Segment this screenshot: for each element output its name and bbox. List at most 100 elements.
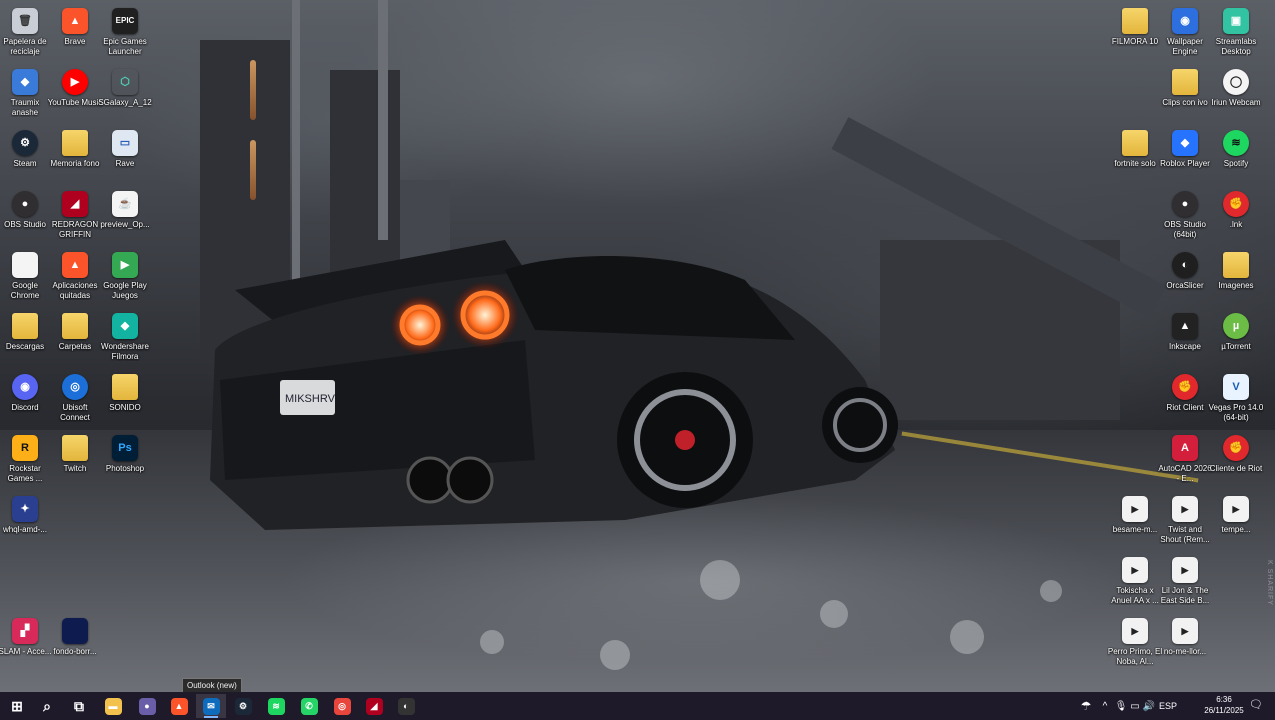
taskbar-task-view-button[interactable]: ⧉ bbox=[64, 694, 94, 718]
desktop-icon-label: SONIDO bbox=[109, 403, 141, 412]
taskbar-brave-button[interactable]: ▲ bbox=[164, 694, 194, 718]
desktop-icon-discord[interactable]: ◉ Discord bbox=[0, 370, 50, 428]
no-me-llor-media-icon: ▶ bbox=[1172, 618, 1198, 644]
desktop-icon-preview-op[interactable]: ☕ preview_Op... bbox=[100, 187, 150, 245]
streamlabs-desktop-icon: ▣ bbox=[1223, 8, 1249, 34]
twitch-icon bbox=[62, 435, 88, 461]
vegas-pro-icon: V bbox=[1223, 374, 1249, 400]
obs-studio-64-icon: ● bbox=[1172, 191, 1198, 217]
desktop-icon-ubisoft-connect[interactable]: ◎ Ubisoft Connect bbox=[50, 370, 100, 428]
desktop-icon-streamlabs-desktop[interactable]: ▣ Streamlabs Desktop bbox=[1211, 4, 1261, 62]
desktop-icon-carpetas[interactable]: Carpetas bbox=[50, 309, 100, 367]
desktop-icon-epic-games[interactable]: EPIC Epic Games Launcher bbox=[100, 4, 150, 62]
desktop-icon-twitch[interactable]: Twitch bbox=[50, 431, 100, 489]
desktop-icon-lnk[interactable]: ✊ .lnk bbox=[1211, 187, 1261, 245]
desktop-icon-sonido[interactable]: SONIDO bbox=[100, 370, 150, 428]
obs-studio-icon: ● bbox=[12, 191, 38, 217]
desktop-icon-label: no-me-llor... bbox=[1163, 647, 1207, 656]
desktop-icon-redragon-griffin[interactable]: ◢ REDRAGON GRIFFIN bbox=[50, 187, 100, 245]
weather-icon[interactable]: ☂ bbox=[1076, 699, 1096, 713]
taskbar-redragon-button[interactable]: ◢ bbox=[359, 694, 389, 718]
desktop-icon-google-chrome[interactable]: Google Chrome bbox=[0, 248, 50, 306]
desktop-icon-fondo-borr[interactable]: fondo-borr... bbox=[50, 614, 100, 672]
taskbar-spotify-button[interactable]: ≋ bbox=[261, 694, 291, 718]
desktop-icon-wondershare-filmora[interactable]: ◆ Wondershare Filmora bbox=[100, 309, 150, 367]
desktop-icon-label: Roblox Player bbox=[1160, 159, 1210, 168]
desktop-icon-whql-amd[interactable]: ✦ whql-amd-... bbox=[0, 492, 50, 550]
desktop-icon-lil-jon-media[interactable]: ▶ Lil Jon & The East Side B... bbox=[1160, 553, 1210, 611]
microphone-icon[interactable]: 🎙 bbox=[1114, 701, 1128, 712]
desktop-icon-iriun-webcam[interactable]: ◯ Iriun Webcam bbox=[1211, 65, 1261, 123]
desktop-icon-wallpaper-engine[interactable]: ◉ Wallpaper Engine bbox=[1160, 4, 1210, 62]
desktop-icon-label: Perro Primo, El Noba, Al... bbox=[1107, 647, 1163, 666]
desktop-icon-label: Twist and Shout (Rem... bbox=[1160, 525, 1210, 544]
desktop-icon-obs-studio-64[interactable]: ● OBS Studio (64bit) bbox=[1160, 187, 1210, 245]
taskbar-orcaslicer-button[interactable]: ◐ bbox=[391, 694, 421, 718]
desktop-icon-descargas[interactable]: Descargas bbox=[0, 309, 50, 367]
desktop-icon-spotify[interactable]: ≋ Spotify bbox=[1211, 126, 1261, 184]
desktop-icon-sgalaxy[interactable]: ⬡ SGalaxy_A_12 bbox=[98, 65, 151, 123]
desktop-icon-riot-client[interactable]: ✊ Riot Client bbox=[1160, 370, 1210, 428]
desktop-icon-youtube-music[interactable]: ▶ YouTube Music bbox=[48, 65, 102, 123]
besame-media-icon: ▶ bbox=[1122, 496, 1148, 522]
desktop-icon-roblox-player[interactable]: ◆ Roblox Player bbox=[1160, 126, 1210, 184]
system-tray: ☂ ^ 🎙 ▭ 🔊 ESP bbox=[1076, 692, 1180, 720]
taskbar-chrome-button[interactable]: ◎ bbox=[327, 694, 357, 718]
desktop-icon-label: Wondershare Filmora bbox=[101, 342, 149, 361]
redragon-griffin-icon: ◢ bbox=[62, 191, 88, 217]
language-indicator[interactable]: ESP bbox=[1156, 701, 1180, 711]
desktop-icon-google-play-juegos[interactable]: ▶ Google Play Juegos bbox=[100, 248, 150, 306]
iriun-webcam-icon: ◯ bbox=[1223, 69, 1249, 95]
chevron-up-icon[interactable]: ^ bbox=[1096, 701, 1114, 712]
volume-icon[interactable]: 🔊 bbox=[1142, 701, 1156, 712]
lnk-icon: ✊ bbox=[1223, 191, 1249, 217]
desktop-icon-imagenes[interactable]: Imagenes bbox=[1211, 248, 1261, 306]
spotify-icon: ≋ bbox=[267, 697, 285, 715]
desktop-icon-recycle-bin[interactable]: 🗑 Papelera de reciclaje bbox=[0, 4, 50, 62]
notification-icon[interactable]: 🗨 bbox=[1248, 698, 1264, 714]
desktop-icon-rockstar-games[interactable]: R Rockstar Games ... bbox=[0, 431, 50, 489]
taskbar-obs-button[interactable]: ● bbox=[132, 694, 162, 718]
desktop-icon-tempe-media[interactable]: ▶ tempe... bbox=[1211, 492, 1261, 550]
desktop-icon-memoria-fono[interactable]: Memoria fono bbox=[50, 126, 100, 184]
desktop-icon-slam-acce[interactable]: ▞ SLAM - Acce... bbox=[0, 614, 51, 672]
desktop-icon-fortnite-solo[interactable]: fortnite solo bbox=[1110, 126, 1160, 184]
desktop-icon-inkscape[interactable]: ▲ Inkscape bbox=[1160, 309, 1210, 367]
taskbar-start-button[interactable]: ⊞ bbox=[2, 694, 32, 718]
taskbar-steam-button[interactable]: ⚙ bbox=[228, 694, 258, 718]
network-icon[interactable]: ▭ bbox=[1128, 701, 1142, 712]
imagenes-icon bbox=[1223, 252, 1249, 278]
desktop-icon-label: fortnite solo bbox=[1114, 159, 1156, 168]
taskbar-search-button[interactable]: ⌕ bbox=[32, 694, 62, 718]
desktop-icon-label: AutoCAD 2026 - E... bbox=[1158, 464, 1212, 483]
desktop-icon-filmora-10[interactable]: FILMORA 10 bbox=[1110, 4, 1160, 62]
desktop-icon-label: OBS Studio bbox=[4, 220, 46, 229]
desktop-icon-besame-media[interactable]: ▶ besame-m... bbox=[1110, 492, 1160, 550]
desktop-icon-brave[interactable]: ▲ Brave bbox=[50, 4, 100, 62]
desktop-icon-label: Discord bbox=[11, 403, 39, 412]
desktop-icon-rave[interactable]: ▭ Rave bbox=[100, 126, 150, 184]
desktop-icon-orcaslicer[interactable]: ◐ OrcaSlicer bbox=[1160, 248, 1210, 306]
desktop-icon-traumix[interactable]: ◆ Traumix anashe bbox=[0, 65, 50, 123]
desktop-icon-perro-primo-media[interactable]: ▶ Perro Primo, El Noba, Al... bbox=[1107, 614, 1163, 672]
desktop-icon-autocad[interactable]: A AutoCAD 2026 - E... bbox=[1158, 431, 1212, 489]
desktop-icon-label: Rockstar Games ... bbox=[7, 464, 43, 483]
taskbar-whatsapp-button[interactable]: ✆ bbox=[294, 694, 324, 718]
desktop-icon-steam[interactable]: ⚙ Steam bbox=[0, 126, 50, 184]
desktop-icon-cliente-de-riot[interactable]: ✊ Cliente de Riot bbox=[1210, 431, 1262, 489]
desktop-icon-photoshop[interactable]: Ps Photoshop bbox=[100, 431, 150, 489]
desktop-icon-utorrent[interactable]: µ µTorrent bbox=[1211, 309, 1261, 367]
desktop-icon-no-me-llor-media[interactable]: ▶ no-me-llor... bbox=[1160, 614, 1210, 672]
desktop-icon-twist-and-shout[interactable]: ▶ Twist and Shout (Rem... bbox=[1160, 492, 1210, 550]
desktop-icon-label: Descargas bbox=[5, 342, 45, 351]
desktop-icon-clips-con-ivo[interactable]: Clips con ivo bbox=[1160, 65, 1210, 123]
taskbar-file-explorer-button[interactable]: ▬ bbox=[98, 694, 128, 718]
desktop-icon-aplicaciones-quitadas[interactable]: ▲ Aplicaciones quitadas bbox=[50, 248, 100, 306]
desktop-icon-vegas-pro[interactable]: V Vegas Pro 14.0 (64-bit) bbox=[1209, 370, 1263, 428]
orcaslicer-icon: ◐ bbox=[397, 697, 415, 715]
desktop-icon-obs-studio[interactable]: ● OBS Studio bbox=[0, 187, 50, 245]
taskbar-clock[interactable]: 6:36 26/11/2025 bbox=[1203, 694, 1245, 716]
desktop-icon-tokischa-media[interactable]: ▶ Tokischa x Anuel AA x ... bbox=[1110, 553, 1160, 611]
taskbar-outlook-button[interactable]: ✉ bbox=[196, 694, 226, 718]
desktop-icon-label: .lnk bbox=[1229, 220, 1243, 229]
